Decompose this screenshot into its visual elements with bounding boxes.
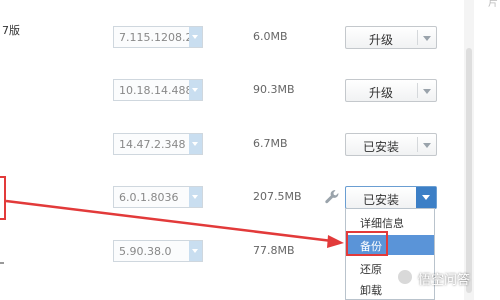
watermark-text: 悟空问答 [418,273,471,288]
watermark: 悟空问答 [394,266,500,290]
annotation-arrow [5,199,344,248]
arrow-head [327,235,344,248]
scrollbar-thumb[interactable] [466,48,472,293]
software-manager-panel: 7版 片 7.115.1208.2 6.0MB 升级 10.18.14.488 … [0,0,500,300]
arrow-line [5,199,333,243]
watermark-logo-icon [396,268,414,286]
scrollbar[interactable] [464,0,474,300]
